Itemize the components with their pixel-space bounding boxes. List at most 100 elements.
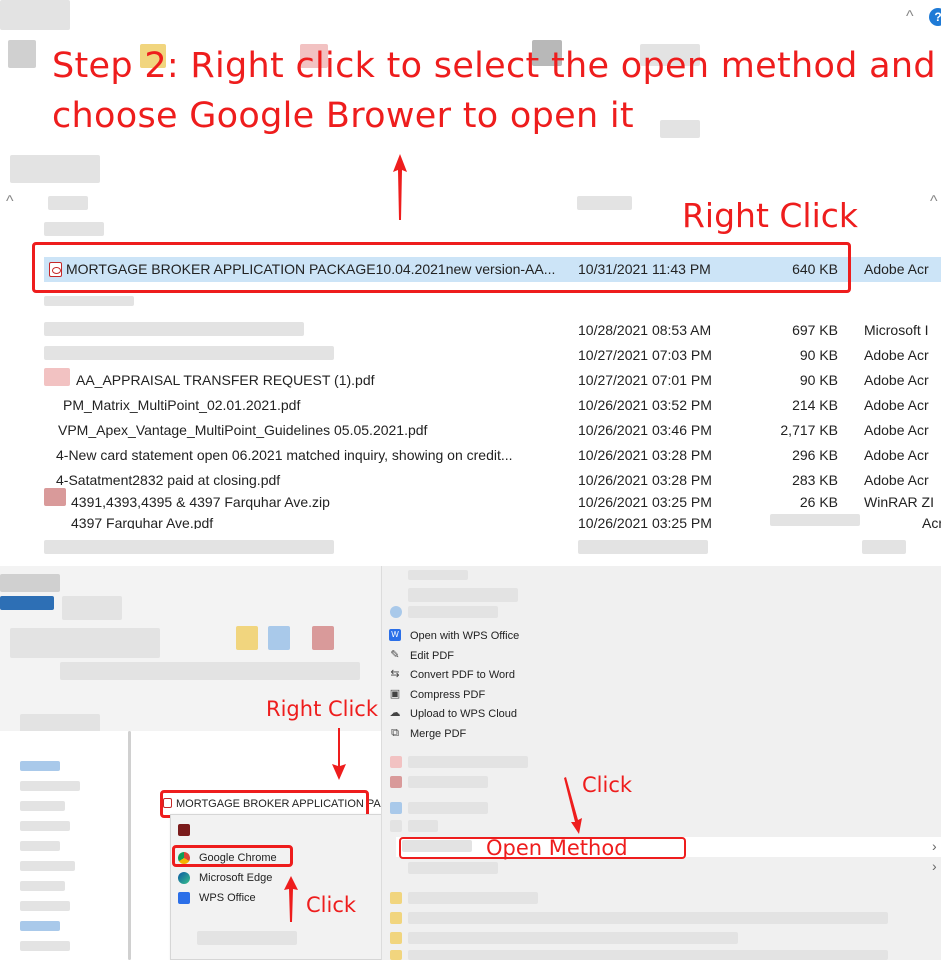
file-type: Adobe Acr	[864, 397, 929, 413]
merge-icon: ⧉	[391, 727, 399, 739]
pen-icon: ✎	[390, 649, 400, 661]
file-type: Adobe Acr	[864, 347, 929, 363]
file-size: 90 KB	[799, 347, 838, 363]
blurred-region	[10, 155, 100, 183]
file-type: WinRAR ZI	[864, 494, 934, 510]
file-date: 10/26/2021 03:28 PM	[578, 447, 712, 463]
file-date: 10/26/2021 03:52 PM	[578, 397, 712, 413]
file-date: 10/26/2021 03:25 PM	[578, 494, 712, 510]
blurred-region	[408, 932, 738, 944]
blurred-region	[20, 781, 80, 791]
blurred-region	[390, 776, 402, 788]
help-icon[interactable]: ?	[929, 8, 941, 26]
file-type: Adobe Acr	[864, 472, 929, 488]
blurred-region	[770, 514, 860, 526]
blurred-region	[408, 570, 468, 580]
wps-icon	[178, 892, 190, 904]
instruction-line-2: choose Google Brower to open it	[52, 96, 634, 136]
blurred-region	[408, 776, 488, 788]
blurred-region	[197, 931, 297, 945]
file-name: VPM_Apex_Vantage_MultiPoint_Guidelines 0…	[58, 422, 428, 438]
right-click-annotation: Right Click	[682, 196, 859, 235]
convert-icon: ⇆	[390, 668, 400, 680]
highlight-box	[399, 837, 686, 859]
blurred-region	[408, 892, 538, 904]
blurred-region	[20, 761, 60, 771]
blurred-region	[660, 120, 700, 138]
blurred-region	[862, 540, 906, 554]
adobe-icon	[178, 824, 190, 836]
chevron-up-icon[interactable]: ^	[906, 8, 914, 26]
arrow-down-icon	[564, 777, 582, 834]
chevron-right-icon: ›	[932, 838, 937, 854]
blurred-region	[408, 802, 488, 814]
file-row[interactable]: VPM_Apex_Vantage_MultiPoint_Guidelines 0…	[44, 418, 941, 443]
file-size: 2,717 KB	[780, 422, 838, 438]
open-with-submenu: Google Chrome Microsoft Edge WPS Office	[170, 814, 381, 960]
edge-icon	[178, 872, 190, 884]
pane-divider	[128, 731, 131, 960]
blurred-region	[408, 820, 438, 832]
file-type: Adobe Acr	[864, 261, 929, 277]
blurred-region	[408, 588, 518, 602]
blurred-region	[408, 606, 498, 618]
explorer-window-small: Right Click MORTGAGE BROKER APPLICATION …	[0, 566, 381, 960]
chevron-up-icon[interactable]: ^	[6, 193, 14, 211]
blurred-region	[44, 540, 334, 554]
file-row[interactable]: AA_APPRAISAL TRANSFER REQUEST (1).pdf 10…	[44, 368, 941, 393]
file-date: 10/27/2021 07:01 PM	[578, 372, 712, 388]
blurred-region	[20, 921, 60, 931]
blurred-region	[20, 801, 65, 811]
blurred-region	[60, 662, 360, 680]
file-name: 4397 Farquhar Ave.pdf	[71, 515, 214, 529]
file-explorer-panel: ^ ? ^ ^ Step 2: Right click to select th…	[0, 0, 941, 566]
blurred-region	[390, 950, 402, 960]
file-row[interactable]: 4-New card statement open 06.2021 matche…	[44, 443, 941, 468]
file-type: Acr	[922, 515, 941, 529]
highlight-box	[172, 845, 293, 867]
file-date: 10/26/2021 03:25 PM	[578, 515, 712, 529]
blurred-region	[0, 0, 70, 30]
blurred-region	[390, 802, 402, 814]
file-size: 283 KB	[792, 472, 838, 488]
wps-icon: W	[389, 629, 401, 641]
blurred-region	[578, 540, 708, 554]
file-date: 10/26/2021 03:28 PM	[578, 472, 712, 488]
arrow-up-icon	[393, 154, 407, 220]
file-row[interactable]: PM_Matrix_MultiPoint_02.01.2021.pdf 10/2…	[44, 393, 941, 418]
blurred-region	[20, 861, 75, 871]
blurred-region	[390, 912, 402, 924]
blurred-region	[10, 628, 160, 658]
file-size: 697 KB	[792, 322, 838, 338]
chevron-up-icon[interactable]: ^	[930, 193, 938, 211]
file-name: 4-New card statement open 06.2021 matche…	[56, 447, 513, 463]
blurred-region	[20, 881, 65, 891]
blurred-region	[62, 596, 122, 620]
file-size: 26 KB	[799, 494, 838, 510]
blurred-region	[312, 626, 334, 650]
blurred-region	[408, 950, 888, 960]
blurred-region	[44, 222, 104, 236]
blurred-region	[408, 862, 498, 874]
blurred-region	[408, 756, 528, 768]
blurred-region	[268, 626, 290, 650]
file-type: Microsoft I	[864, 322, 929, 338]
file-name: PM_Matrix_MultiPoint_02.01.2021.pdf	[63, 397, 301, 413]
instruction-line-1: Step 2: Right click to select the open m…	[52, 46, 936, 86]
file-row[interactable]: 10/28/2021 08:53 AM 697 KB Microsoft I	[44, 318, 941, 343]
submenu-item-label: WPS Office	[199, 892, 256, 904]
blurred-region	[236, 626, 258, 650]
blurred-region	[390, 606, 402, 618]
file-size: 214 KB	[792, 397, 838, 413]
blurred-region	[390, 820, 402, 832]
file-date: 10/27/2021 07:03 PM	[578, 347, 712, 363]
blurred-region	[8, 40, 36, 68]
file-name: AA_APPRAISAL TRANSFER REQUEST (1).pdf	[76, 372, 375, 388]
context-menu: W Open with WPS Office ✎ Edit PDF ⇆ Conv…	[381, 566, 941, 960]
file-name: 4391,4393,4395 & 4397 Farquhar Ave.zip	[71, 494, 330, 510]
file-row[interactable]: 10/27/2021 07:03 PM 90 KB Adobe Acr	[44, 343, 941, 368]
blurred-region	[44, 296, 134, 306]
arrow-up-icon	[284, 876, 298, 922]
blurred-region	[0, 596, 54, 610]
blurred-region	[408, 912, 888, 924]
